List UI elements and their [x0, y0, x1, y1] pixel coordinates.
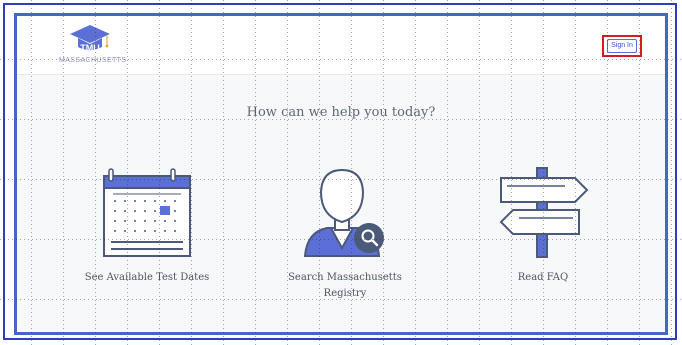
person-search-icon [275, 166, 415, 258]
calendar-icon [77, 166, 217, 258]
registry-search-card[interactable]: Search Massachusetts Registry [275, 166, 415, 302]
app-window: TMU MASSACHUSETTS Sign In How can we hel… [14, 13, 668, 335]
registry-label-line2[interactable]: Registry [275, 286, 415, 302]
logo-state-text: MASSACHUSETTS [59, 57, 127, 64]
signpost-icon [473, 166, 613, 258]
logo-abbrev: TMU [80, 43, 100, 53]
site-logo[interactable]: TMU MASSACHUSETTS [59, 23, 127, 69]
sign-in-highlight: Sign In [602, 35, 642, 57]
graduation-cap-icon: TMU [70, 25, 110, 53]
page-heading: How can we help you today? [246, 105, 436, 120]
registry-label-line1[interactable]: Search Massachusetts [275, 270, 415, 286]
test-dates-label[interactable]: See Available Test Dates [77, 270, 217, 286]
sign-in-button[interactable]: Sign In [607, 39, 637, 53]
faq-label[interactable]: Read FAQ [473, 270, 613, 286]
test-dates-card[interactable]: See Available Test Dates [77, 166, 217, 286]
faq-card[interactable]: Read FAQ [473, 166, 613, 286]
site-header: TMU MASSACHUSETTS Sign In [17, 16, 665, 75]
